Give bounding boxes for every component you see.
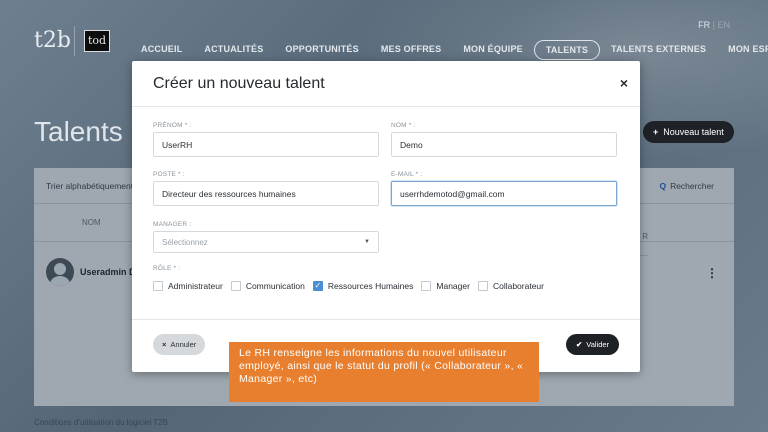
role-collaborateur[interactable]: Collaborateur (477, 281, 544, 291)
role-administrateur[interactable]: Administrateur (153, 281, 223, 291)
nav-mon-espace[interactable]: MON ESPACE ⌄ (717, 40, 768, 60)
role-manager[interactable]: Manager (421, 281, 470, 291)
nav-talents[interactable]: TALENTS (533, 40, 601, 60)
manager-label: MANAGER : (153, 221, 192, 228)
checkbox[interactable] (153, 281, 163, 291)
role-label-text: Manager (436, 281, 470, 291)
caret-down-icon: ▼ (364, 239, 370, 245)
search-icon: Q (659, 180, 667, 191)
search-label: Rechercher (670, 180, 714, 191)
modal-header: Créer un nouveau talent × (132, 61, 640, 107)
column-name-header[interactable]: NOM (82, 218, 101, 227)
email-label: E-MAIL * : (391, 171, 423, 178)
cancel-label: Annuler (170, 340, 197, 349)
role-options: Administrateur Communication ✓ Ressources… (153, 281, 552, 291)
new-talent-button[interactable]: + Nouveau talent (643, 121, 734, 143)
cancel-button[interactable]: × Annuler (153, 334, 206, 355)
new-talent-label: Nouveau talent (663, 127, 724, 137)
plus-icon: + (653, 127, 659, 137)
language-switcher: FR | EN (698, 20, 730, 30)
nav-mon-equipe[interactable]: MON ÉQUIPE (452, 40, 534, 60)
nom-label: NOM * : (391, 122, 416, 129)
role-label-text: Administrateur (168, 281, 223, 291)
manager-placeholder: Sélectionnez (162, 237, 208, 247)
logo-divider (74, 26, 75, 56)
role-label-text: Ressources Humaines (327, 281, 414, 291)
prenom-label: PRÉNOM * : (153, 122, 192, 129)
role-field: RÔLE * : (153, 265, 180, 275)
manager-field: MANAGER : Sélectionnez ▼ (153, 221, 379, 253)
email-field: E-MAIL * : userrhdemotod@gmail.com (391, 171, 617, 206)
checkbox[interactable] (421, 281, 432, 291)
role-label-text: Collaborateur (492, 281, 544, 291)
close-icon[interactable]: × (620, 75, 628, 91)
manager-select[interactable]: Sélectionnez ▼ (153, 231, 379, 253)
poste-field: POSTE * : Directeur des ressources humai… (153, 171, 379, 206)
search-button[interactable]: Q Rechercher (659, 181, 714, 191)
nav-actualites[interactable]: ACTUALITÉS (193, 40, 274, 60)
nav-opportunites[interactable]: OPPORTUNITÉS (274, 40, 369, 60)
page-title: Talents (34, 116, 123, 147)
sort-dropdown[interactable]: Trier alphabétiquement (46, 181, 133, 191)
poste-label: POSTE * : (153, 171, 185, 178)
validate-label: Valider (586, 340, 610, 349)
nom-input[interactable]: Demo (391, 132, 617, 157)
lang-en[interactable]: EN (717, 20, 730, 30)
prenom-input[interactable]: UserRH (153, 132, 379, 157)
create-talent-modal: Créer un nouveau talent × PRÉNOM * : Use… (132, 61, 640, 372)
close-icon: × (162, 340, 167, 349)
nav-mes-offres[interactable]: MES OFFRES (370, 40, 453, 60)
role-communication[interactable]: Communication (230, 281, 305, 291)
nav-talents-externes[interactable]: TALENTS EXTERNES (600, 40, 717, 60)
role-label-text: Communication (245, 281, 305, 291)
main-nav: ACCUEIL ACTUALITÉS OPPORTUNITÉS MES OFFR… (130, 40, 768, 60)
lang-separator: | (712, 20, 715, 30)
checkbox[interactable] (477, 281, 488, 291)
nom-field: NOM * : Demo (391, 122, 617, 157)
modal-title: Créer un nouveau talent (153, 74, 325, 92)
prenom-field: PRÉNOM * : UserRH (153, 122, 379, 157)
checkbox-checked[interactable]: ✓ (312, 281, 323, 291)
terms-link[interactable]: Conditions d'utilisation du logiciel T2B (34, 418, 168, 427)
lang-fr[interactable]: FR (698, 20, 710, 30)
checkbox[interactable] (230, 281, 241, 291)
role-ressources-humaines[interactable]: ✓ Ressources Humaines (312, 281, 414, 291)
poste-input[interactable]: Directeur des ressources humaines (153, 181, 379, 206)
avatar (46, 258, 74, 286)
annotation-callout: Le RH renseigne les informations du nouv… (229, 342, 539, 402)
role-label: RÔLE * : (153, 265, 181, 272)
tod-logo[interactable]: tod (84, 30, 110, 52)
email-input[interactable]: userrhdemotod@gmail.com (391, 181, 617, 206)
nav-accueil[interactable]: ACCUEIL (130, 40, 193, 60)
more-options-icon[interactable]: ⋮ (706, 266, 718, 280)
t2b-logo[interactable]: t2b (34, 28, 71, 53)
check-icon: ✔ (576, 340, 583, 349)
validate-button[interactable]: ✔ Valider (566, 334, 620, 355)
